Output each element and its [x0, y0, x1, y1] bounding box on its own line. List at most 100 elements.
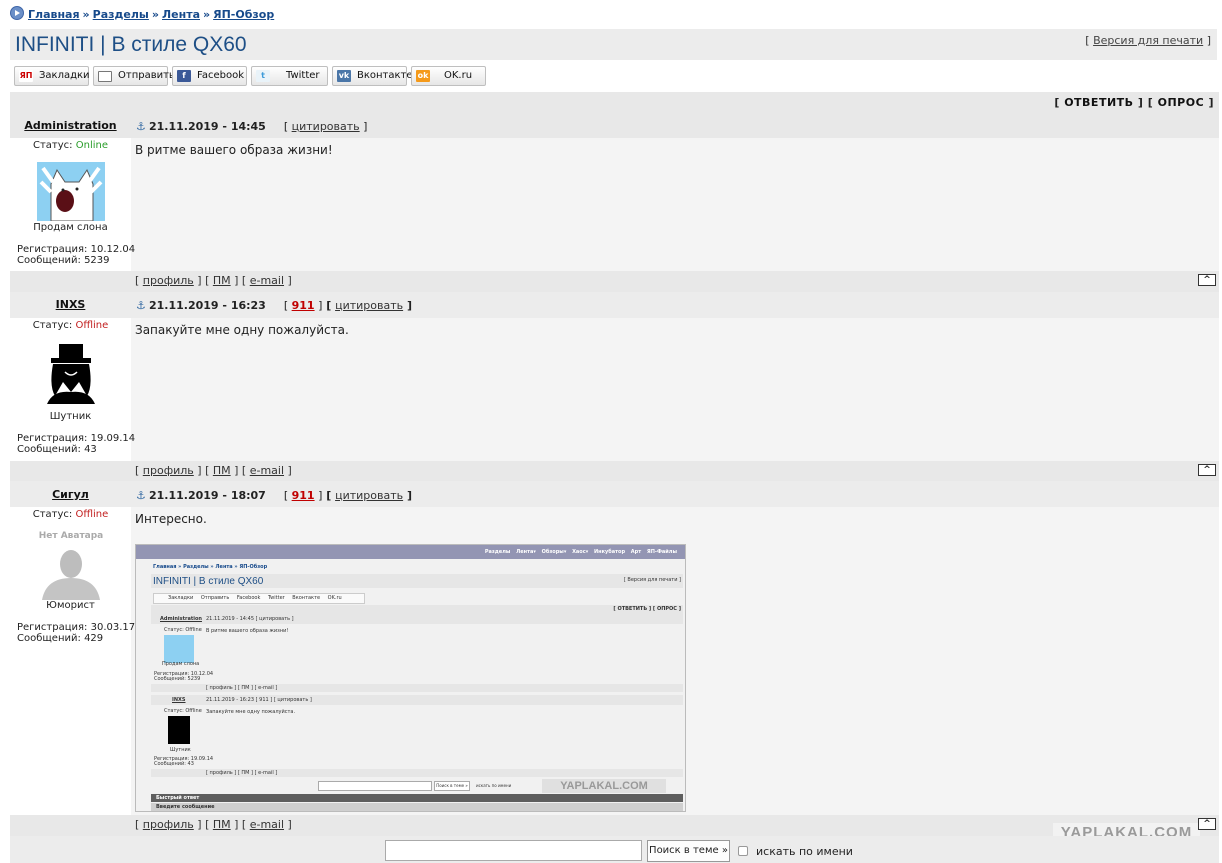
- author-link[interactable]: Сигул: [52, 488, 89, 501]
- anchor-icon[interactable]: ⚓: [136, 489, 146, 502]
- vkontakte-button[interactable]: vk Вконтакте: [332, 66, 413, 86]
- profile-link[interactable]: профиль: [143, 464, 194, 477]
- user-rank: Юморист: [46, 600, 95, 611]
- status-label: Статус:: [32, 320, 73, 331]
- status-label: Статус:: [32, 509, 73, 520]
- yap-icon: ЯП: [19, 70, 33, 82]
- embedded-share: Закладки Отправить Facebook Twitter Вкон…: [153, 593, 365, 604]
- email-link[interactable]: e-mail: [250, 274, 284, 287]
- avatar[interactable]: Нет Аватара: [38, 530, 104, 600]
- profile-link[interactable]: профиль: [143, 818, 194, 831]
- embedded-nav: Разделы Лента▾ Обзоры▾ Хаос▾ Инкубатор А…: [136, 545, 685, 559]
- okru-button[interactable]: ok OK.ru: [411, 66, 486, 86]
- embedded-author: Administration: [160, 616, 202, 622]
- pm-link[interactable]: ПМ: [213, 274, 231, 287]
- embedded-meta: 21.11.2019 - 16:23 [ 911 ] [ цитировать …: [206, 697, 312, 703]
- scroll-top-button[interactable]: ^: [1198, 274, 1216, 286]
- author-link[interactable]: INXS: [56, 298, 86, 311]
- embedded-search-input: [318, 781, 432, 791]
- embedded-links: [ профиль ] [ ПМ ] [ e-mail ]: [206, 685, 278, 691]
- top-hat-avatar-icon: [47, 344, 95, 404]
- topic-header: INFINITI | В стиле QX60 [ Версия для печ…: [10, 29, 1217, 60]
- msg-label: Сообщений:: [17, 633, 81, 644]
- quote-button[interactable]: цитировать: [335, 299, 403, 312]
- send-button[interactable]: Отправить: [93, 66, 175, 86]
- author-link[interactable]: Administration: [24, 119, 116, 132]
- no-avatar-silhouette-icon: [42, 550, 100, 600]
- embedded-actions-band: [151, 605, 683, 614]
- bookmarks-button[interactable]: ЯП Закладки: [14, 66, 90, 86]
- email-link[interactable]: e-mail: [250, 818, 284, 831]
- crumb-sections[interactable]: Разделы: [93, 8, 149, 21]
- reg-date: 30.03.17: [90, 622, 136, 633]
- twitter-button[interactable]: t Twitter: [251, 66, 328, 86]
- search-by-name-checkbox[interactable]: [738, 846, 748, 856]
- user-stats: Регистрация: 19.09.14 Сообщений: 43: [17, 433, 135, 455]
- poll-button[interactable]: ОПРОС: [1158, 96, 1205, 109]
- avatar[interactable]: [43, 342, 99, 404]
- post-text: В ритме вашего образа жизни!: [135, 143, 333, 157]
- user-status: Статус: Offline: [10, 320, 131, 331]
- post-date: 21.11.2019 - 18:07: [149, 489, 266, 502]
- embedded-enter-msg-band: Введите сообщение: [151, 803, 683, 811]
- quote-button[interactable]: цитировать: [292, 120, 360, 133]
- post-text: Запакуйте мне одну пожалуйста.: [135, 323, 349, 337]
- scroll-top-button[interactable]: ^: [1198, 464, 1216, 476]
- print-version-link[interactable]: Версия для печати: [1093, 34, 1203, 47]
- embedded-print: [ Версия для печати ]: [623, 577, 681, 583]
- reg-date: 10.12.04: [90, 244, 136, 255]
- okru-label: OK.ru: [444, 70, 473, 81]
- scroll-top-button[interactable]: ^: [1198, 818, 1216, 830]
- post-links: [ профиль ] [ ПМ ] [ e-mail ]: [135, 274, 292, 287]
- reply-button[interactable]: ОТВЕТИТЬ: [1064, 96, 1133, 109]
- user-stats: Регистрация: 30.03.17 Сообщений: 429: [17, 622, 135, 644]
- embedded-nav-text: Разделы Лента▾ Обзоры▾ Хаос▾ Инкубатор А…: [484, 549, 677, 555]
- embedded-watermark: YAPLAKAL.COM: [542, 779, 666, 793]
- rating-badge[interactable]: 911: [292, 489, 315, 502]
- actions-band: [10, 92, 1219, 116]
- profile-link[interactable]: профиль: [143, 274, 194, 287]
- pm-link[interactable]: ПМ: [213, 464, 231, 477]
- crumb-overview[interactable]: ЯП-Обзор: [213, 8, 274, 21]
- embedded-rank: Продам слона: [162, 661, 200, 667]
- post-body: [131, 318, 1219, 461]
- anchor-icon[interactable]: ⚓: [136, 120, 146, 133]
- search-input[interactable]: [385, 840, 642, 861]
- embedded-author: INXS: [172, 697, 186, 703]
- post-author: Administration: [10, 119, 131, 132]
- facebook-button[interactable]: f Facebook: [172, 66, 247, 86]
- post-author: INXS: [10, 298, 131, 311]
- cat-avatar-icon: [37, 162, 105, 221]
- embedded-enter-msg: Введите сообщение: [156, 804, 215, 810]
- reg-date: 19.09.14: [90, 433, 136, 444]
- post-image[interactable]: Разделы Лента▾ Обзоры▾ Хаос▾ Инкубатор А…: [135, 544, 686, 812]
- avatar[interactable]: [37, 162, 105, 221]
- user-rank: Продам слона: [33, 222, 108, 233]
- ok-icon: ok: [416, 70, 430, 82]
- twitter-label: Twitter: [286, 70, 320, 81]
- embedded-count: Сообщений: 43: [154, 761, 194, 767]
- crumb-feed[interactable]: Лента: [162, 8, 200, 21]
- embedded-avatar: [168, 716, 190, 744]
- user-status: Статус: Offline: [10, 509, 131, 520]
- post-meta: ⚓ 21.11.2019 - 14:45[ цитировать ]: [136, 120, 368, 133]
- post-text: Интересно.: [135, 512, 207, 526]
- pm-link[interactable]: ПМ: [213, 818, 231, 831]
- post-date: 21.11.2019 - 16:23: [149, 299, 266, 312]
- rating-badge[interactable]: 911: [292, 299, 315, 312]
- embedded-links: [ профиль ] [ ПМ ] [ e-mail ]: [206, 770, 278, 776]
- search-by-name-label: искать по имени: [756, 845, 853, 858]
- msg-label: Сообщений:: [17, 255, 81, 266]
- embedded-count: Сообщений: 5239: [154, 676, 201, 682]
- crumb-home[interactable]: Главная: [28, 8, 80, 21]
- email-link[interactable]: e-mail: [250, 464, 284, 477]
- anchor-icon[interactable]: ⚓: [136, 299, 146, 312]
- post-date: 21.11.2019 - 14:45: [149, 120, 266, 133]
- embedded-share-text: Закладки Отправить Facebook Twitter Вкон…: [168, 595, 342, 601]
- status-value: Offline: [75, 320, 109, 331]
- status-value: Offline: [75, 509, 109, 520]
- search-in-topic-button[interactable]: Поиск в теме »: [647, 840, 730, 862]
- quote-button[interactable]: цитировать: [335, 489, 403, 502]
- post-links: [ профиль ] [ ПМ ] [ e-mail ]: [135, 818, 292, 831]
- status-label: Статус:: [33, 140, 73, 151]
